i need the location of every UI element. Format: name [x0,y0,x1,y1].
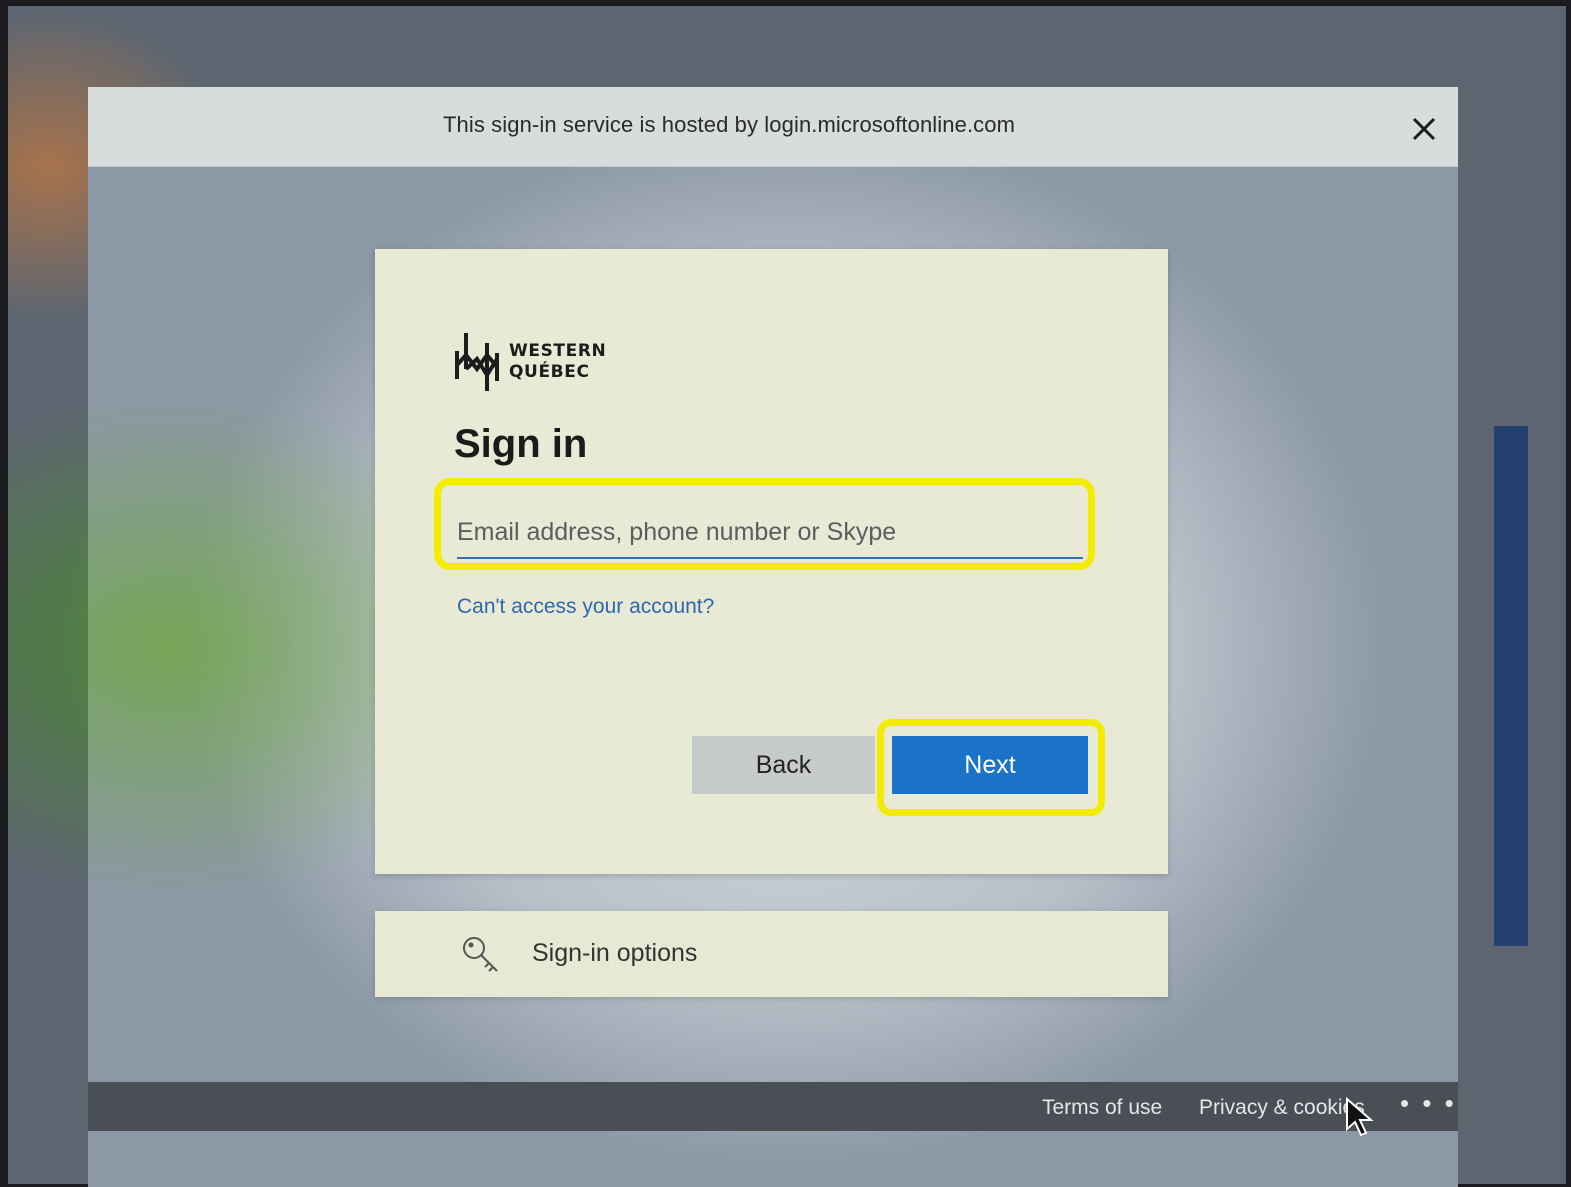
page-title: Sign in [454,422,588,466]
privacy-cookies-link[interactable]: Privacy & cookies [1199,1096,1365,1120]
close-button[interactable] [1404,109,1444,149]
logo-line-2: QUÉBEC [509,362,590,382]
background-decoration [1458,426,1571,946]
organization-logo: WESTERN QUÉBEC [453,329,613,399]
back-button[interactable]: Back [692,736,875,794]
host-info-bar: This sign-in service is hosted by login.… [88,87,1458,167]
background-stripe [1458,426,1571,946]
terms-of-use-link[interactable]: Terms of use [1042,1096,1162,1120]
logo-wordmark: WESTERN QUÉBEC [509,341,606,383]
footer-bar: Terms of use Privacy & cookies • • • [88,1082,1458,1131]
sign-in-dialog: This sign-in service is hosted by login.… [88,87,1458,1187]
sign-in-card: WESTERN QUÉBEC Sign in Can't access your… [375,249,1168,874]
sign-in-options-label: Sign-in options [532,939,698,967]
more-options-button[interactable]: • • • [1400,1088,1457,1119]
monitor-screen: This sign-in service is hosted by login.… [8,6,1571,1187]
close-icon [1412,117,1436,141]
email-input[interactable] [457,507,1083,559]
logo-line-1: WESTERN [509,341,607,361]
sign-in-options-button[interactable]: Sign-in options [375,911,1168,997]
next-button[interactable]: Next [892,736,1088,794]
western-quebec-logo-icon [455,333,499,391]
cant-access-account-link[interactable]: Can't access your account? [457,595,714,619]
key-icon [463,937,498,972]
host-info-text: This sign-in service is hosted by login.… [443,112,1016,137]
